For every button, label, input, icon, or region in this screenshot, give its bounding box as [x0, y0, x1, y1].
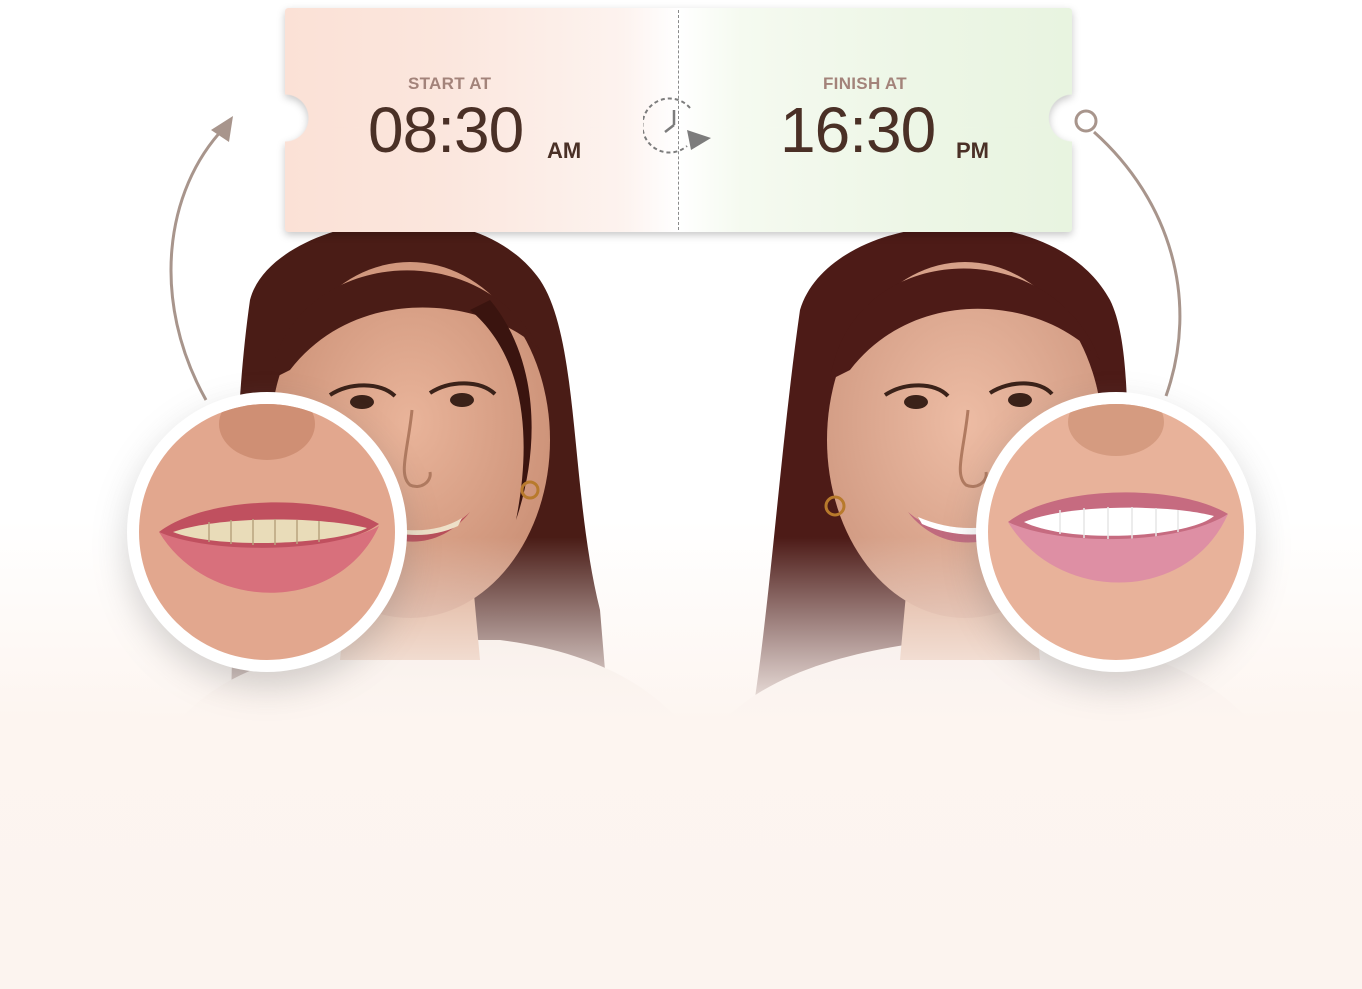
clock-icon [643, 97, 711, 154]
finish-period: PM [956, 138, 989, 163]
smile-closeup-before [127, 392, 407, 672]
start-label: START AT [408, 74, 492, 93]
finish-time: 16:30 [780, 94, 936, 166]
smile-closeup-before-image [139, 404, 395, 660]
start-period: AM [547, 138, 582, 163]
finish-label: FINISH AT [823, 74, 907, 93]
smile-closeup-after-image [988, 404, 1244, 660]
start-time: 08:30 [368, 94, 524, 166]
before-after-showcase: START AT 08:30 AM FINISH AT 16:30 PM [0, 0, 1362, 989]
time-ticket: START AT 08:30 AM FINISH AT 16:30 PM [285, 8, 1072, 232]
smile-closeup-after [976, 392, 1256, 672]
